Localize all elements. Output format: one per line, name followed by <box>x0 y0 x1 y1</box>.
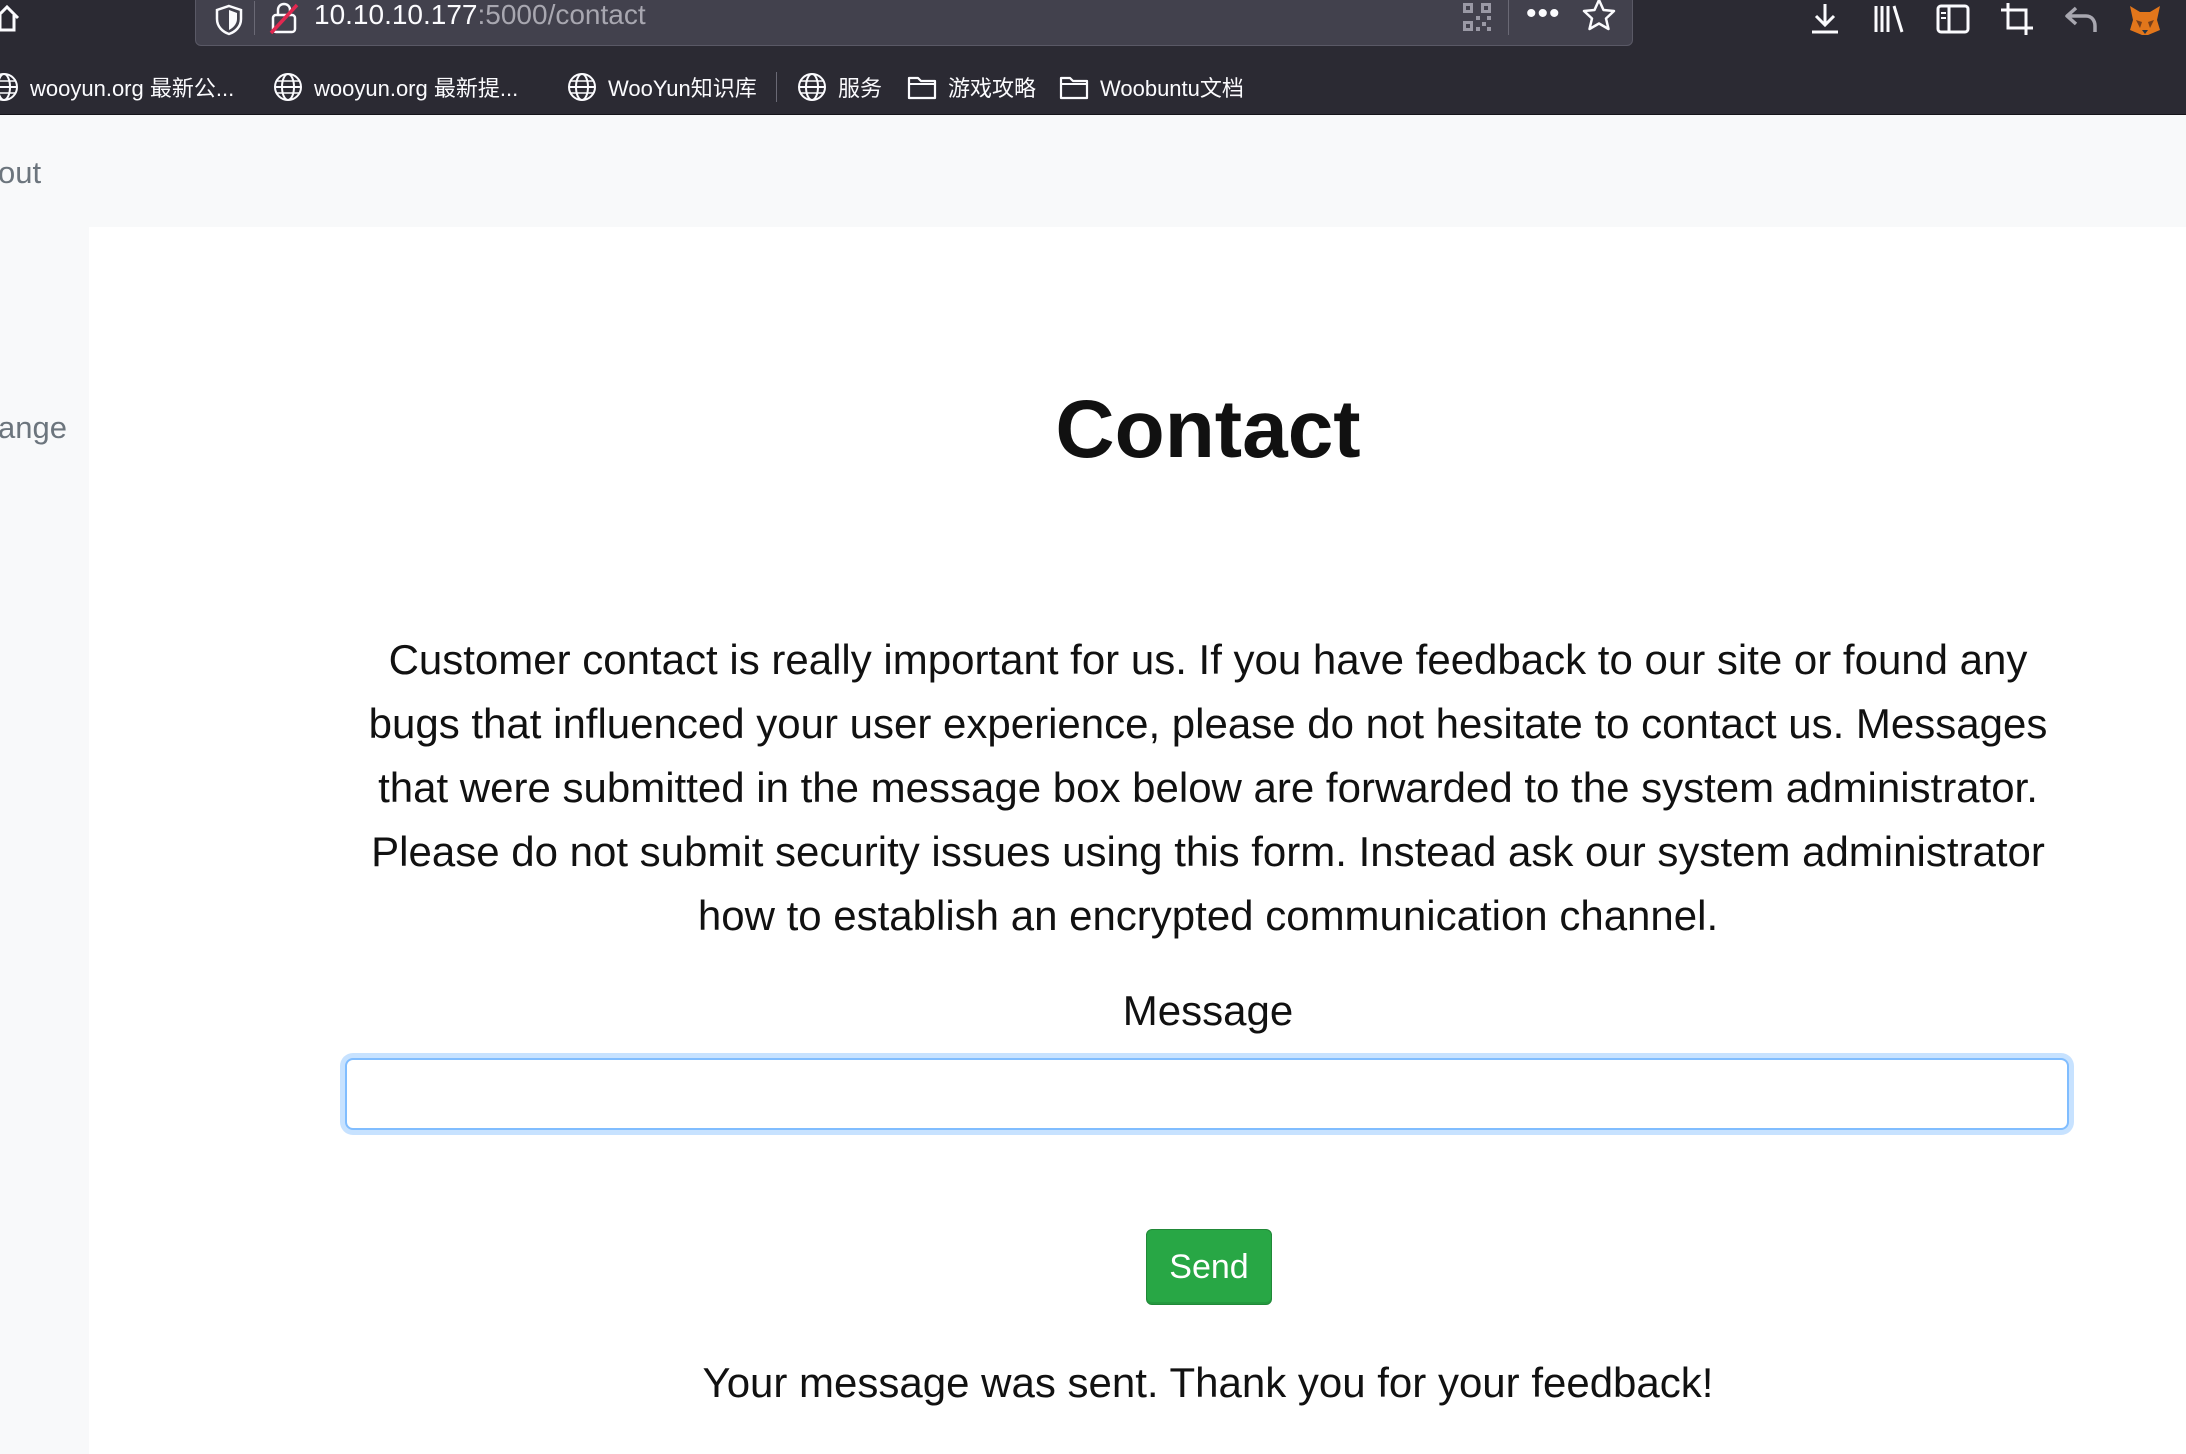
url-host: 10.10.10.177 <box>314 0 478 30</box>
bookmark-label: wooyun.org 最新公... <box>30 76 235 101</box>
bookmark-item[interactable]: WooYun知识库 <box>566 70 757 104</box>
folder-icon <box>907 76 937 100</box>
urlbar-divider <box>254 1 255 35</box>
folder-icon <box>1059 76 1089 100</box>
url-text[interactable]: 10.10.10.177:5000/contact <box>314 0 646 32</box>
globe-icon <box>568 73 596 101</box>
urlbar-divider <box>1508 0 1509 35</box>
screenshot-crop-icon[interactable] <box>1998 0 2036 38</box>
page-actions-menu-icon[interactable]: ••• <box>1526 0 1561 31</box>
message-input[interactable] <box>345 1058 2069 1130</box>
insecure-lock-icon[interactable] <box>268 1 300 35</box>
bookmark-label: 服务 <box>838 76 883 101</box>
bookmarks-separator <box>776 72 777 102</box>
bookmark-label: wooyun.org 最新提... <box>314 76 519 101</box>
home-icon[interactable] <box>0 2 20 34</box>
page-title: Contact <box>1055 384 1361 475</box>
navbar-link-fragment[interactable]: out <box>0 155 41 191</box>
tracking-protection-shield-icon[interactable] <box>212 3 246 37</box>
qr-code-icon[interactable] <box>1461 1 1493 33</box>
library-icon[interactable] <box>1870 0 1908 38</box>
bookmark-label: Woobuntu文档 <box>1100 76 1244 101</box>
bookmark-label: WooYun知识库 <box>608 76 757 101</box>
globe-icon <box>0 73 18 101</box>
message-label: Message <box>1122 987 1294 1034</box>
browser-toolbar: 10.10.10.177:5000/contact ••• wooyun.org… <box>0 0 2186 115</box>
downloads-icon[interactable] <box>1806 0 1844 38</box>
bookmark-item[interactable]: wooyun.org 最新公... <box>0 70 234 104</box>
bookmark-label: 游戏攻略 <box>948 76 1037 101</box>
contact-intro-text: Customer contact is really important for… <box>368 636 2048 939</box>
bookmark-item[interactable]: wooyun.org 最新提... <box>272 70 518 104</box>
address-bar[interactable]: 10.10.10.177:5000/contact ••• <box>195 0 1633 46</box>
bookmark-folder[interactable]: Woobuntu文档 <box>1058 70 1244 104</box>
undo-arrow-icon[interactable] <box>2062 0 2100 38</box>
fox-extension-icon[interactable] <box>2126 0 2164 38</box>
bookmark-folder[interactable]: 游戏攻略 <box>906 70 1036 104</box>
url-path: :5000/contact <box>477 0 646 30</box>
globe-icon <box>798 73 826 101</box>
sidebar-icon[interactable] <box>1934 0 1972 38</box>
send-button[interactable]: Send <box>1146 1229 1272 1305</box>
bookmark-item[interactable]: 服务 <box>796 70 882 104</box>
bookmark-star-icon[interactable] <box>1581 0 1617 33</box>
status-message: Your message was sent. Thank you for you… <box>702 1359 1714 1406</box>
bookmarks-toolbar: wooyun.org 最新公... wooyun.org 最新提... WooY… <box>0 66 2186 106</box>
globe-icon <box>274 73 302 101</box>
